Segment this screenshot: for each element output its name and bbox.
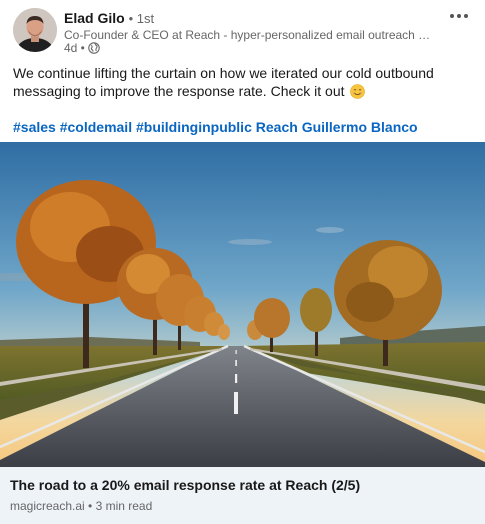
connection-degree: • 1st: [128, 11, 155, 26]
mention-reach[interactable]: Reach: [256, 119, 298, 135]
author-name-row: Elad Gilo • 1st: [64, 10, 154, 27]
feed-post: Elad Gilo • 1st Co-Founder & CEO at Reac…: [0, 0, 485, 524]
post-header: Elad Gilo • 1st Co-Founder & CEO at Reac…: [0, 0, 485, 60]
post-hashtags: #sales #coldemail #buildinginpublic Reac…: [13, 118, 473, 136]
author-avatar[interactable]: [13, 8, 57, 52]
author-name[interactable]: Elad Gilo: [64, 10, 125, 26]
link-card-title[interactable]: The road to a 20% email response rate at…: [10, 476, 360, 494]
link-card-source: magicreach.ai • 3 min read: [10, 499, 153, 513]
post-text: We continue lifting the curtain on how w…: [13, 65, 434, 99]
more-options-button[interactable]: [445, 6, 473, 26]
hashtag-sales[interactable]: #sales: [13, 119, 56, 135]
link-card[interactable]: The road to a 20% email response rate at…: [0, 467, 485, 524]
hashtag-buildinginpublic[interactable]: #buildinginpublic: [136, 119, 252, 135]
post-body: We continue lifting the curtain on how w…: [13, 64, 473, 100]
hashtag-coldemail[interactable]: #coldemail: [60, 119, 132, 135]
author-headline: Co-Founder & CEO at Reach - hyper-person…: [64, 28, 436, 42]
more-dot-icon: [457, 14, 461, 18]
link-preview-image[interactable]: [0, 142, 485, 467]
more-dot-icon: [450, 14, 454, 18]
post-meta: 4d •: [64, 41, 100, 55]
globe-icon: [88, 42, 100, 54]
mention-guillermo-blanco[interactable]: Guillermo Blanco: [302, 119, 418, 135]
more-dot-icon: [464, 14, 468, 18]
smiling-face-icon: [350, 84, 366, 99]
post-time: 4d •: [64, 41, 85, 55]
